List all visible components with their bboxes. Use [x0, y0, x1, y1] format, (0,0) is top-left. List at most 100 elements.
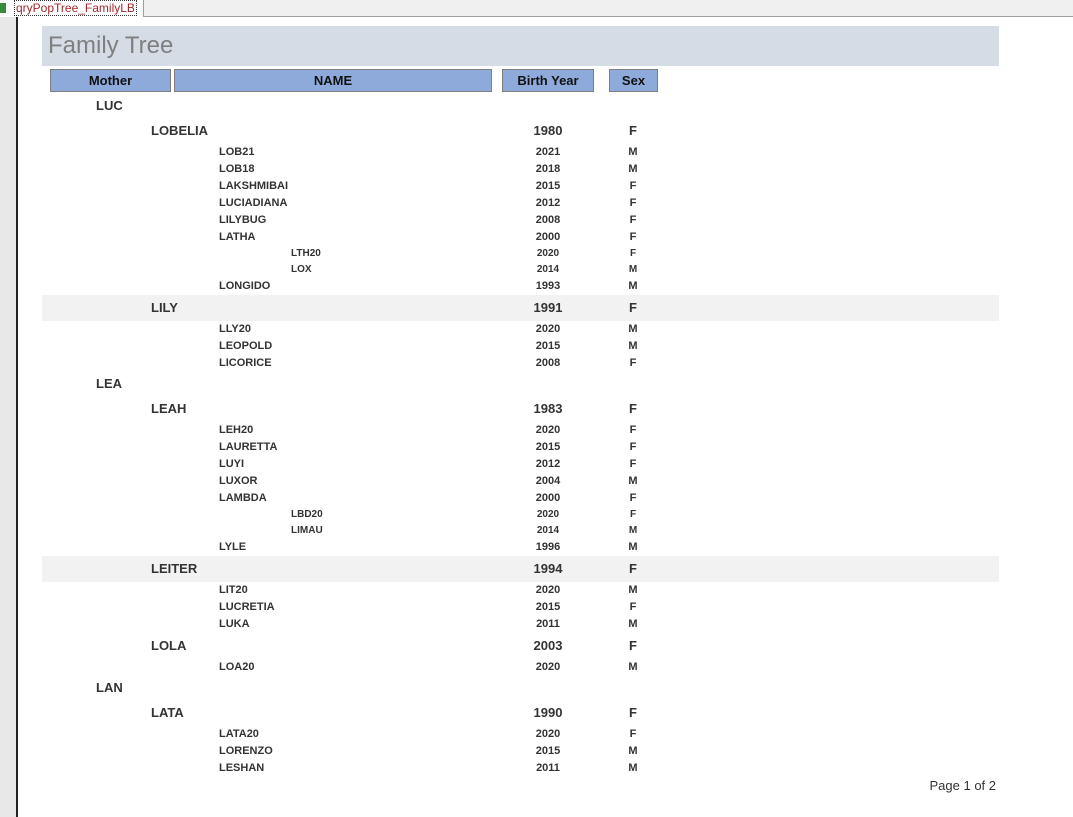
daughter-name: LILY	[151, 300, 178, 315]
child-row: LLY20 2020 M	[42, 321, 999, 338]
child-name: LESHAN	[219, 762, 265, 774]
daughter-name: LEAH	[151, 401, 187, 416]
sex: M	[628, 762, 638, 774]
report-title: Family Tree	[48, 32, 174, 59]
mother-row: LEA	[42, 372, 999, 396]
child-row: LOB21 2021 M	[42, 144, 999, 161]
birth-year: 2020	[535, 661, 561, 673]
birth-year: 2015	[535, 601, 561, 613]
mother-name: LAN	[96, 680, 123, 695]
child-name: LOA20	[219, 661, 255, 673]
child-row: LUKA 2011 M	[42, 616, 999, 633]
birth-year: 2020	[535, 424, 561, 436]
page-number: Page 1 of 2	[929, 778, 997, 793]
sex: F	[629, 424, 637, 436]
daughter-name: LOLA	[151, 638, 187, 653]
birth-year: 2000	[535, 492, 561, 504]
birth-year: 2003	[533, 638, 563, 653]
child-row: LUYI 2012 F	[42, 456, 999, 473]
birth-year: 2020	[535, 728, 561, 740]
sex: M	[628, 264, 638, 275]
child-name: LUXOR	[219, 475, 258, 487]
child-name: LOB21	[219, 146, 255, 158]
daughter-row: LILY 1991 F	[42, 295, 999, 321]
sex: F	[629, 728, 637, 740]
mother-row: LAN	[42, 676, 999, 700]
sex: F	[629, 705, 637, 720]
sex: F	[629, 601, 637, 613]
daughter-row: LEAH 1983 F	[42, 396, 999, 422]
grand-row: LBD20 2020 F	[42, 507, 999, 523]
child-name: LOB18	[219, 163, 255, 175]
child-row: LATA20 2020 F	[42, 726, 999, 743]
column-header-mother: Mother	[50, 69, 171, 92]
mother-name: LEA	[96, 376, 122, 391]
sex: F	[629, 441, 637, 453]
document-tab-bar: qryPopTree_FamilyLB	[0, 0, 1073, 17]
report-rows: LUC LOBELIA 1980 F LOB21 2021 M LOB18 2018 M LAKSH…	[42, 94, 999, 777]
child-row: LICORICE 2008 F	[42, 355, 999, 372]
sex: M	[628, 525, 638, 536]
child-row: LEH20 2020 F	[42, 422, 999, 439]
child-name: LAURETTA	[219, 441, 278, 453]
sex: M	[628, 541, 638, 553]
child-row: LORENZO 2015 M	[42, 743, 999, 760]
sex: M	[628, 475, 638, 487]
child-name: LICORICE	[219, 357, 272, 369]
child-row: LIT20 2020 M	[42, 582, 999, 599]
daughter-name: LEITER	[151, 561, 198, 576]
report-header: Family Tree	[42, 26, 999, 66]
query-icon	[0, 3, 6, 13]
daughter-row: LOBELIA 1980 F	[42, 118, 999, 144]
grand-row: LIMAU 2014 M	[42, 523, 999, 539]
mother-row: LUC	[42, 94, 999, 118]
report-page: Family Tree Mother NAME Birth Year Sex L…	[20, 17, 1073, 817]
child-row: LAKSHMIBAI 2015 F	[42, 178, 999, 195]
child-row: LATHA 2000 F	[42, 229, 999, 246]
daughter-name: LOBELIA	[151, 123, 209, 138]
child-name: LEOPOLD	[219, 340, 273, 352]
birth-year: 1994	[533, 561, 563, 576]
birth-year: 1993	[535, 280, 561, 292]
birth-year: 2008	[535, 214, 561, 226]
birth-year: 2014	[536, 264, 560, 275]
child-row: LESHAN 2011 M	[42, 760, 999, 777]
birth-year: 2018	[535, 163, 561, 175]
birth-year: 2011	[536, 762, 560, 774]
mother-name: LUC	[96, 98, 123, 113]
document-tab[interactable]: qryPopTree_FamilyLB	[0, 0, 144, 17]
child-name: LUKA	[219, 618, 250, 630]
sex: M	[628, 584, 638, 596]
birth-year: 2004	[535, 475, 561, 487]
grand-name: LIMAU	[291, 525, 323, 536]
grand-row: LTH20 2020 F	[42, 246, 999, 262]
child-name: LATHA	[219, 231, 256, 243]
child-row: LILYBUG 2008 F	[42, 212, 999, 229]
birth-year: 2021	[535, 146, 561, 158]
column-header-sex: Sex	[609, 69, 658, 92]
child-name: LUYI	[219, 458, 245, 470]
child-name: LUCRETIA	[219, 601, 275, 613]
birth-year: 1980	[533, 123, 563, 138]
sex: F	[629, 214, 637, 226]
child-name: LAMBDA	[219, 492, 267, 504]
sex: F	[629, 561, 637, 576]
sex: M	[628, 618, 638, 630]
sex: M	[628, 745, 638, 757]
grand-name: LTH20	[291, 248, 321, 259]
child-row: LEOPOLD 2015 M	[42, 338, 999, 355]
child-name: LIT20	[219, 584, 248, 596]
sex: F	[629, 248, 637, 259]
birth-year: 2015	[535, 180, 561, 192]
sex: F	[629, 180, 637, 192]
birth-year: 2012	[535, 458, 561, 470]
sex: M	[628, 163, 638, 175]
sex: F	[629, 123, 637, 138]
sex: M	[628, 340, 638, 352]
daughter-row: LATA 1990 F	[42, 700, 999, 726]
birth-year: 2020	[536, 509, 560, 520]
birth-year: 2020	[536, 248, 560, 259]
child-row: LAURETTA 2015 F	[42, 439, 999, 456]
birth-year: 1991	[533, 300, 563, 315]
birth-year: 2015	[535, 340, 561, 352]
